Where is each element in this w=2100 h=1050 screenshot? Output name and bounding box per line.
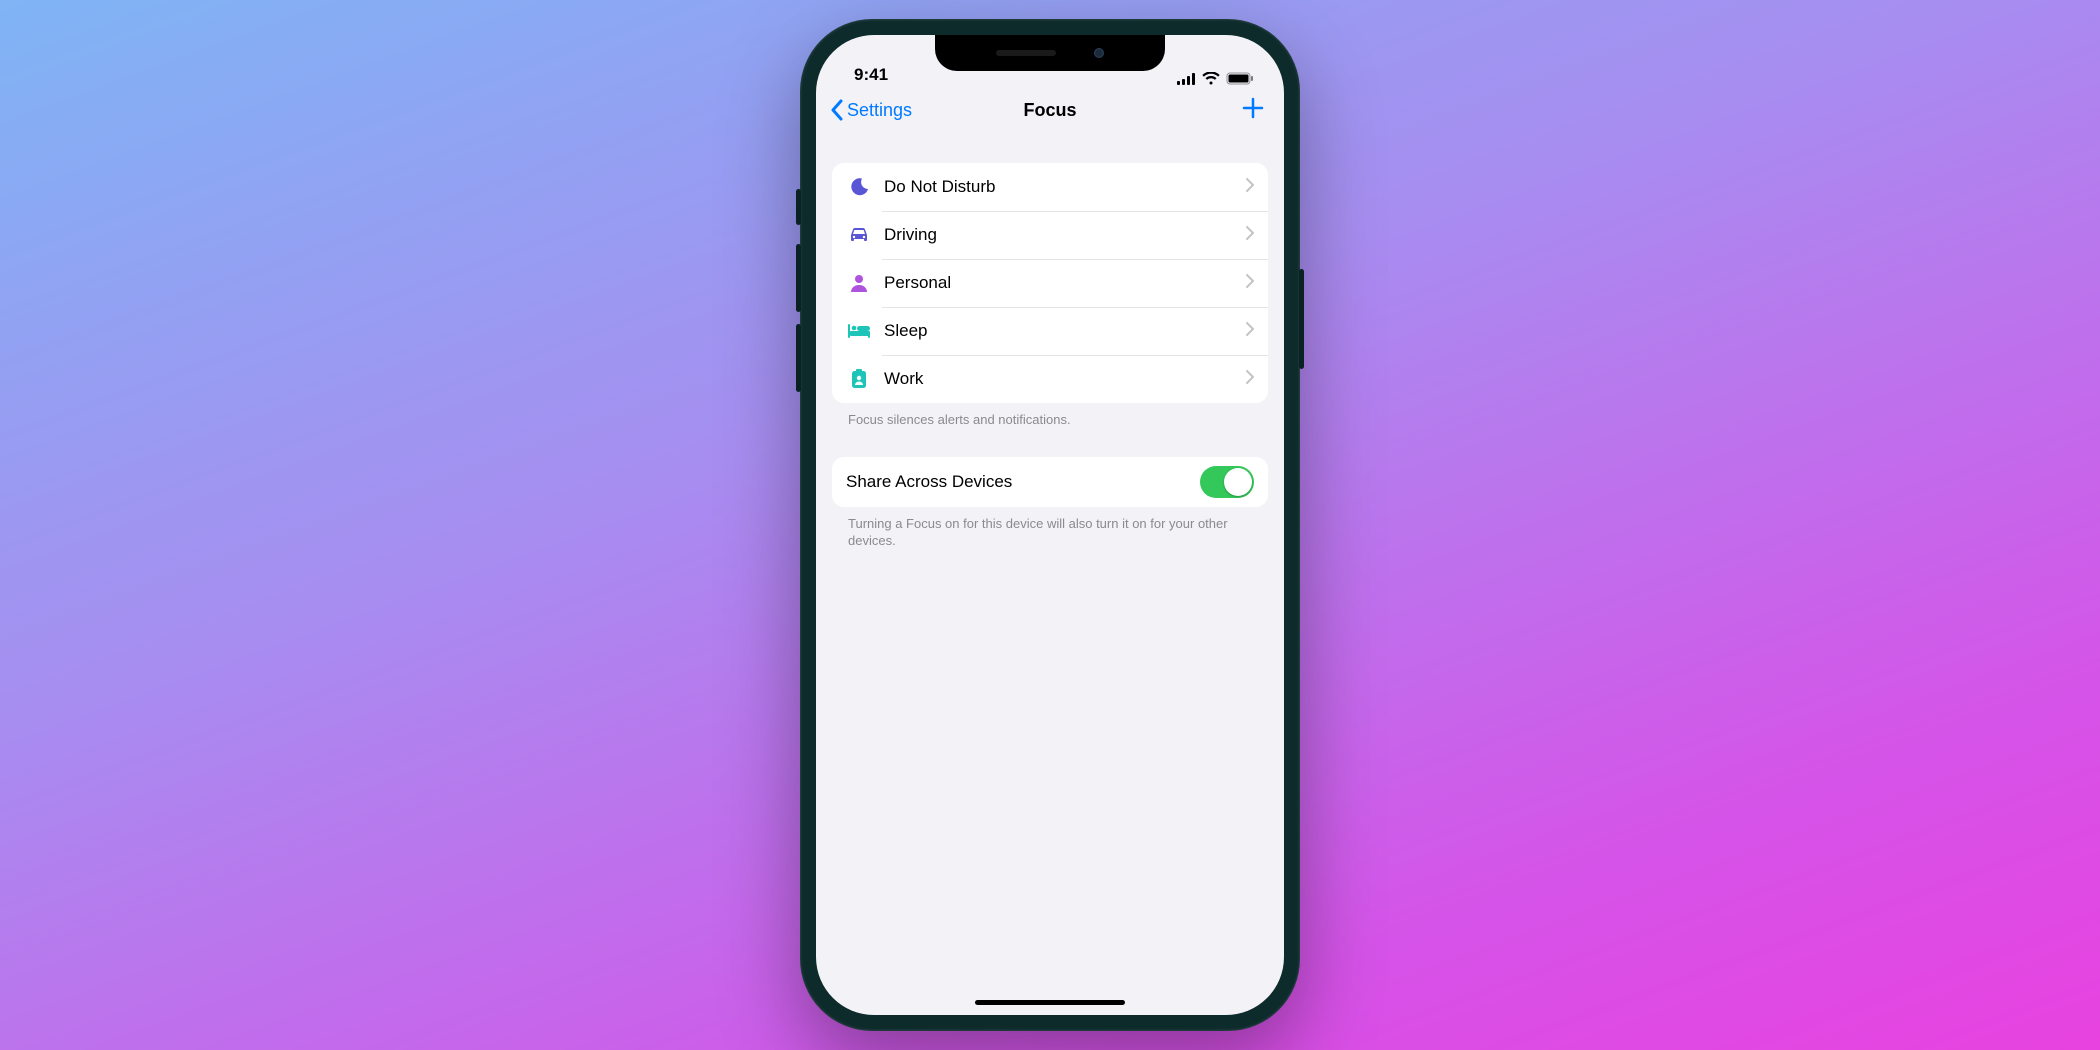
focus-row-do-not-disturb[interactable]: Do Not Disturb bbox=[832, 163, 1268, 211]
front-camera bbox=[1094, 48, 1104, 58]
phone-frame: 9:41 Settings Focus bbox=[800, 19, 1300, 1031]
power-button bbox=[1299, 269, 1304, 369]
nav-bar: Settings Focus bbox=[816, 85, 1284, 135]
focus-list: Do Not Disturb Driving Personal bbox=[832, 163, 1268, 403]
volume-up-button bbox=[796, 244, 801, 312]
wifi-icon bbox=[1202, 72, 1220, 85]
badge-icon bbox=[846, 369, 872, 389]
chevron-right-icon bbox=[1246, 178, 1254, 197]
plus-icon bbox=[1242, 97, 1264, 119]
share-across-devices-row: Share Across Devices bbox=[832, 457, 1268, 507]
bed-icon bbox=[846, 324, 872, 338]
status-icons bbox=[1177, 72, 1254, 85]
screen: 9:41 Settings Focus bbox=[816, 35, 1284, 1015]
cellular-icon bbox=[1177, 73, 1196, 85]
focus-row-label: Do Not Disturb bbox=[884, 177, 1246, 197]
focus-row-driving[interactable]: Driving bbox=[832, 211, 1268, 259]
share-footer: Turning a Focus on for this device will … bbox=[832, 507, 1268, 550]
chevron-left-icon bbox=[830, 99, 843, 121]
person-icon bbox=[846, 274, 872, 292]
car-icon bbox=[846, 227, 872, 243]
speaker-grille bbox=[996, 50, 1056, 56]
focus-row-label: Work bbox=[884, 369, 1246, 389]
focus-row-label: Driving bbox=[884, 225, 1246, 245]
status-time: 9:41 bbox=[854, 65, 888, 85]
focus-row-work[interactable]: Work bbox=[832, 355, 1268, 403]
moon-icon bbox=[846, 177, 872, 197]
chevron-right-icon bbox=[1246, 226, 1254, 245]
add-button[interactable] bbox=[1242, 95, 1270, 125]
home-indicator[interactable] bbox=[975, 1000, 1125, 1005]
focus-list-footer: Focus silences alerts and notifications. bbox=[832, 403, 1268, 429]
focus-row-label: Sleep bbox=[884, 321, 1246, 341]
share-toggle[interactable] bbox=[1200, 466, 1254, 498]
content: Do Not Disturb Driving Personal bbox=[816, 163, 1284, 550]
back-button[interactable]: Settings bbox=[830, 99, 912, 121]
volume-down-button bbox=[796, 324, 801, 392]
mute-switch bbox=[796, 189, 801, 225]
back-label: Settings bbox=[847, 100, 912, 121]
chevron-right-icon bbox=[1246, 370, 1254, 389]
battery-icon bbox=[1226, 72, 1254, 85]
focus-row-personal[interactable]: Personal bbox=[832, 259, 1268, 307]
share-group: Share Across Devices bbox=[832, 457, 1268, 507]
chevron-right-icon bbox=[1246, 322, 1254, 341]
focus-row-label: Personal bbox=[884, 273, 1246, 293]
share-label: Share Across Devices bbox=[846, 472, 1012, 492]
notch bbox=[935, 35, 1165, 71]
focus-row-sleep[interactable]: Sleep bbox=[832, 307, 1268, 355]
chevron-right-icon bbox=[1246, 274, 1254, 293]
